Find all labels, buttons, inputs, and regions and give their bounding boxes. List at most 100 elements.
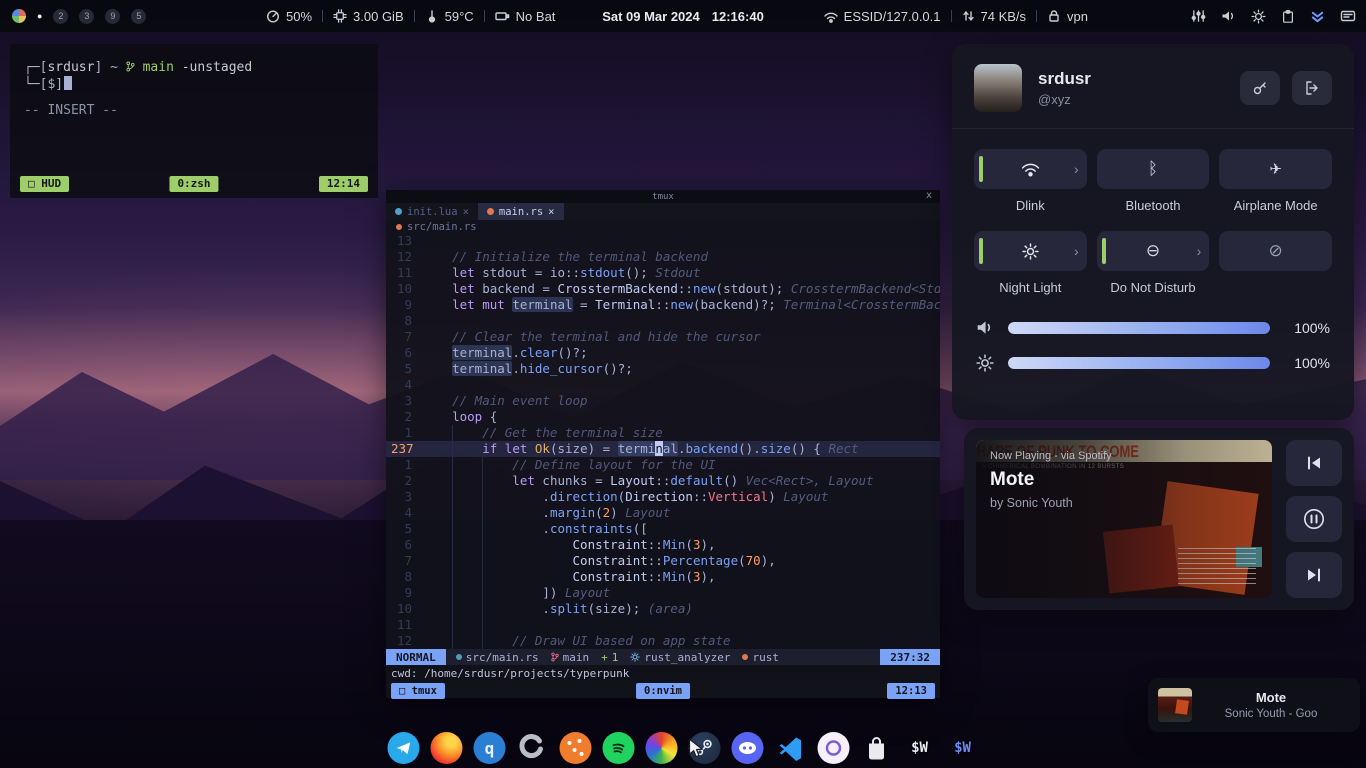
code-line[interactable]: 10 .split(size); (area): [386, 601, 940, 617]
updates-chevron-icon[interactable]: [1310, 9, 1325, 24]
code-line[interactable]: 6 terminal.clear()?;: [386, 345, 940, 361]
dock-firefox[interactable]: [430, 731, 464, 765]
workspace-active-icon[interactable]: ●: [37, 11, 42, 21]
code-line[interactable]: 4 .margin(2) Layout: [386, 505, 940, 521]
dock-sw-blue[interactable]: $W: [946, 731, 980, 765]
code-line[interactable]: 5 .constraints([: [386, 521, 940, 537]
media-notification[interactable]: Mote Sonic Youth - Goo: [1148, 678, 1360, 732]
tmux-session-pill[interactable]: □ HUD: [20, 176, 69, 192]
code-line[interactable]: 237 if let Ok(size) = terminal.backend()…: [386, 441, 940, 457]
editor-window[interactable]: tmux x init.lua × main.rs × src/main.rs …: [386, 190, 940, 698]
buffer-tab-close[interactable]: ×: [548, 206, 554, 218]
blocked-toggle-button[interactable]: ⊘: [1219, 231, 1332, 271]
workspace-button[interactable]: 9: [105, 9, 120, 24]
brightness-slider[interactable]: [1008, 357, 1270, 369]
mixer-icon[interactable]: [1191, 9, 1206, 23]
dock-colorful-app[interactable]: [645, 731, 679, 765]
code-line[interactable]: 1 // Define layout for the UI: [386, 457, 940, 473]
winbar: src/main.rs: [386, 220, 940, 233]
vpn-lock-icon: [1047, 9, 1061, 23]
code-line[interactable]: 7 Constraint::Percentage(70),: [386, 553, 940, 569]
pause-button[interactable]: [1286, 496, 1342, 542]
tmux-window-pill[interactable]: 0:zsh: [169, 176, 218, 192]
tray-monitor-icon[interactable]: [1340, 9, 1356, 23]
logout-button[interactable]: [1292, 71, 1332, 105]
wifi-toggle-button[interactable]: ›: [974, 149, 1087, 189]
session-label: HUD: [41, 177, 61, 190]
dock-orange-app[interactable]: [559, 731, 593, 765]
volume-slider[interactable]: [1008, 322, 1270, 334]
buffer-tab-init-lua[interactable]: init.lua ×: [386, 203, 478, 220]
code-line[interactable]: 12 // Initialize the terminal backend: [386, 249, 940, 265]
dock-zen-browser[interactable]: [817, 731, 851, 765]
do-not-disturb-toggle-button[interactable]: ⊖ ›: [1097, 231, 1210, 271]
lsp-name: rust_analyzer: [644, 651, 730, 664]
code-line[interactable]: 7 // Clear the terminal and hide the cur…: [386, 329, 940, 345]
code-line[interactable]: 10 let backend = CrosstermBackend::new(s…: [386, 281, 940, 297]
code-line[interactable]: 2 loop {: [386, 409, 940, 425]
distro-logo-icon[interactable]: [12, 9, 26, 23]
code-line[interactable]: 13: [386, 233, 940, 249]
volume-icon[interactable]: [1221, 9, 1236, 23]
window-titlebar[interactable]: tmux x: [386, 190, 940, 203]
night-light-toggle-button[interactable]: ›: [974, 231, 1087, 271]
dock-vscode[interactable]: [774, 731, 808, 765]
code-line[interactable]: 2 let chunks = Layout::default() Vec<Rec…: [386, 473, 940, 489]
workspace-button[interactable]: 2: [53, 9, 68, 24]
keyring-button[interactable]: [1240, 71, 1280, 105]
statusline-diff-added: +1: [601, 651, 618, 664]
workspace-button[interactable]: 5: [131, 9, 146, 24]
window-close-button[interactable]: x: [926, 190, 932, 201]
bluetooth-toggle-button[interactable]: ᛒ: [1097, 149, 1210, 189]
code-line[interactable]: 3 // Main event loop: [386, 393, 940, 409]
dock-spotify[interactable]: [602, 731, 636, 765]
line-number: 7: [386, 553, 422, 569]
code-line[interactable]: 11 let stdout = io::stdout(); Stdout: [386, 265, 940, 281]
dock-telegram[interactable]: [387, 731, 421, 765]
dock-discord[interactable]: [731, 731, 765, 765]
chevron-right-icon[interactable]: ›: [1074, 243, 1079, 259]
next-track-button[interactable]: [1286, 552, 1342, 598]
separator: [951, 10, 952, 22]
code-line[interactable]: 4: [386, 377, 940, 393]
media-source-label: Now Playing - via Spotify: [990, 450, 1112, 462]
code-line[interactable]: 12 // Draw UI based on app state: [386, 633, 940, 649]
buffer-tab-close[interactable]: ×: [463, 206, 469, 218]
clipboard-icon[interactable]: [1281, 9, 1295, 24]
session-label: tmux: [412, 685, 437, 697]
code-line[interactable]: 8: [386, 313, 940, 329]
code-line[interactable]: 9 let mut terminal = Terminal::new(backe…: [386, 297, 940, 313]
code-line[interactable]: 6 Constraint::Min(3),: [386, 537, 940, 553]
dock-files-bag[interactable]: [860, 731, 894, 765]
window-title: tmux: [652, 192, 674, 202]
code-line[interactable]: 5 terminal.hide_cursor()?;: [386, 361, 940, 377]
airplane-mode-toggle-button[interactable]: ✈: [1219, 149, 1332, 189]
hud-terminal-window[interactable]: ┌─[srdusr] ~ main -unstaged └─[$] -- INS…: [10, 44, 378, 198]
chevron-right-icon[interactable]: ›: [1197, 243, 1202, 259]
dock-qutebrowser[interactable]: q: [473, 731, 507, 765]
clock[interactable]: Sat 09 Mar 2024 12:16:40: [602, 0, 764, 32]
code-line[interactable]: 8 Constraint::Min(3),: [386, 569, 940, 585]
code-line[interactable]: 3 .direction(Direction::Vertical) Layout: [386, 489, 940, 505]
settings-gear-icon[interactable]: [1251, 9, 1266, 24]
dock-sw-white[interactable]: $W: [903, 731, 937, 765]
code-line[interactable]: 9 ]) Layout: [386, 585, 940, 601]
tmux-window-pill[interactable]: 0:nvim: [636, 683, 690, 699]
notification-subtitle: Sonic Youth - Goo: [1192, 708, 1350, 720]
code-line[interactable]: 11: [386, 617, 940, 633]
previous-track-button[interactable]: [1286, 440, 1342, 486]
lsp-gear-icon: [630, 652, 640, 662]
wifi-status[interactable]: ESSID/127.0.0.1: [824, 9, 941, 24]
workspace-button[interactable]: 3: [79, 9, 94, 24]
zen-browser-icon: [824, 738, 844, 758]
rust-file-icon: [487, 208, 494, 215]
code-line[interactable]: 1 // Get the terminal size: [386, 425, 940, 441]
tmux-session-pill[interactable]: □ tmux: [391, 683, 445, 699]
vpn-status[interactable]: vpn: [1047, 9, 1088, 24]
line-number: 4: [386, 505, 422, 521]
chevron-right-icon[interactable]: ›: [1074, 161, 1079, 177]
bufferline: init.lua × main.rs ×: [386, 203, 940, 220]
dock-terminal-swirl[interactable]: [516, 731, 550, 765]
user-header: srdusr @xyz: [952, 44, 1354, 128]
buffer-tab-main-rs[interactable]: main.rs ×: [478, 203, 564, 220]
